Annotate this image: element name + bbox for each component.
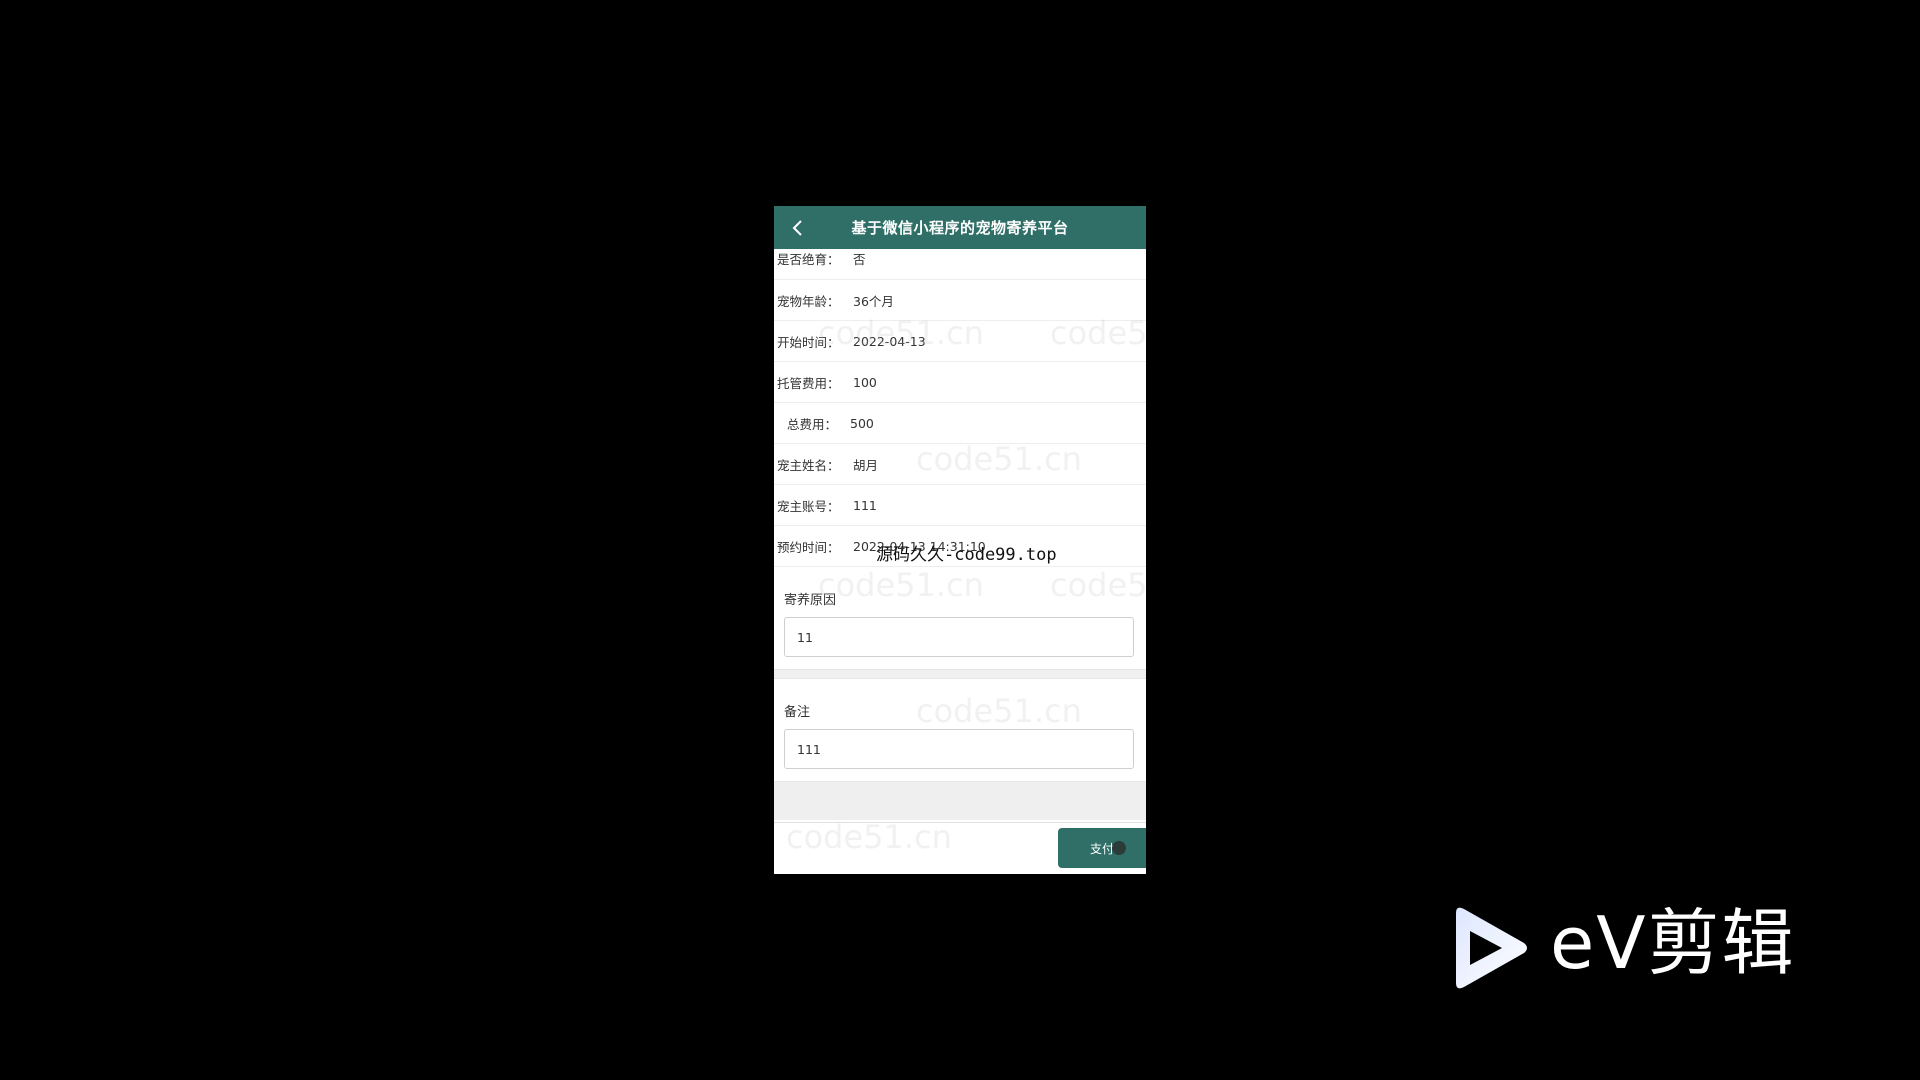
detail-label: 宠主账号：: [777, 498, 840, 514]
top-nav-bar: 基于微信小程序的宠物寄养平台: [774, 206, 1146, 249]
section-divider: [774, 670, 1146, 679]
detail-value: 2022-04-13: [853, 333, 926, 349]
ev-logo: eV剪辑: [1450, 905, 1830, 995]
detail-label: 预约时间：: [777, 539, 840, 555]
detail-row-start-time: 开始时间： 2022-04-13: [774, 321, 1146, 362]
detail-row-owner-account: 宠主账号： 111: [774, 485, 1146, 526]
detail-label: 宠物年龄：: [777, 293, 840, 309]
pay-button[interactable]: 支付: [1058, 828, 1146, 868]
detail-value: 500: [850, 415, 874, 431]
detail-row-owner-name: 宠主姓名： 胡月: [774, 444, 1146, 485]
video-frame: 基于微信小程序的宠物寄养平台 是否绝育： 否 宠物年龄： 36个月 开始时间： …: [0, 0, 1920, 1080]
detail-row-total-fee: 总费用： 500: [774, 403, 1146, 444]
detail-value: 否: [853, 252, 866, 267]
bottom-action-bar: 支付: [774, 822, 1146, 874]
spacer-area: [774, 782, 1146, 820]
remark-form-group: 备注: [774, 679, 1146, 782]
detail-value: 100: [853, 374, 877, 390]
detail-row-care-fee: 托管费用： 100: [774, 362, 1146, 403]
detail-label: 开始时间：: [777, 334, 840, 350]
back-button[interactable]: [784, 214, 812, 242]
detail-label: 托管费用：: [777, 375, 840, 391]
touch-indicator: [1112, 841, 1126, 855]
reason-input[interactable]: [784, 617, 1134, 657]
detail-value: 胡月: [853, 457, 879, 473]
reason-form-group: 寄养原因: [774, 567, 1146, 670]
detail-label: 是否绝育：: [777, 252, 840, 267]
detail-label: 宠主姓名：: [777, 457, 840, 473]
reason-label: 寄养原因: [784, 593, 837, 608]
play-triangle-icon: [1456, 907, 1527, 989]
remark-input[interactable]: [784, 729, 1134, 769]
detail-value: 111: [853, 497, 877, 513]
detail-value: 36个月: [853, 293, 894, 309]
logo-text: eV剪辑: [1550, 901, 1796, 985]
video-caption: 源码久久-code99.top: [876, 545, 1057, 565]
page-title: 基于微信小程序的宠物寄养平台: [851, 219, 1069, 237]
detail-row-pet-age: 宠物年龄： 36个月: [774, 280, 1146, 321]
remark-label: 备注: [784, 705, 811, 720]
chevron-left-icon: [792, 220, 802, 236]
detail-label: 总费用：: [786, 416, 837, 432]
detail-row-neutered: 是否绝育： 否: [774, 249, 1146, 280]
